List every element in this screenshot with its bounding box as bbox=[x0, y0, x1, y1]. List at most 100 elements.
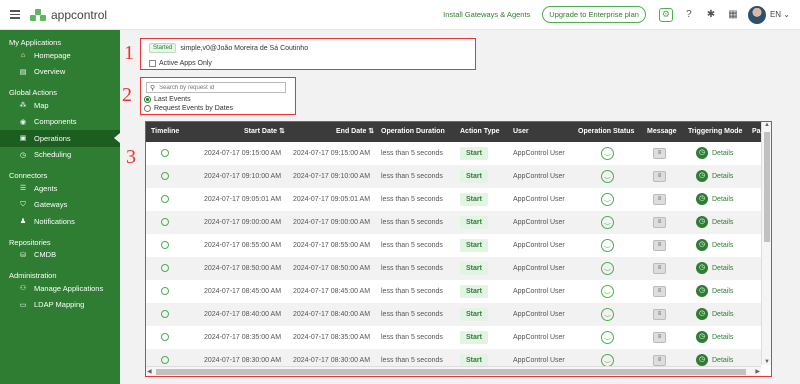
header-operation-status[interactable]: Operation Status bbox=[578, 122, 634, 142]
sidebar-section-title: Repositories bbox=[9, 237, 51, 247]
avatar[interactable] bbox=[747, 5, 766, 24]
header-timeline[interactable]: Timeline bbox=[151, 122, 179, 142]
language-select[interactable]: EN ⌄ bbox=[770, 10, 790, 19]
timeline-dot-icon[interactable] bbox=[161, 264, 169, 272]
sidebar-item-manage-applications[interactable]: ⚇ Manage Applications bbox=[0, 280, 120, 297]
success-status-icon: ‿ bbox=[601, 308, 614, 321]
user-cell: AppControl User bbox=[513, 265, 565, 272]
timeline-dot-icon[interactable] bbox=[161, 218, 169, 226]
timeline-dot-icon[interactable] bbox=[161, 310, 169, 318]
table-row: 2024-07-17 09:10:00 AM 2024-07-17 09:10:0… bbox=[146, 165, 761, 188]
app-select[interactable]: Started simple,v0@João Moreira de Sá Cou… bbox=[149, 43, 308, 53]
scroll-left-icon[interactable]: ◀ bbox=[147, 368, 152, 375]
sidebar-item-scheduling[interactable]: ◷ Scheduling bbox=[0, 147, 120, 164]
header-user[interactable]: User bbox=[513, 122, 529, 142]
sidebar-item-cmdb[interactable]: ⛁ CMDB bbox=[0, 247, 120, 264]
message-icon[interactable]: ≡ bbox=[653, 355, 666, 366]
sidebar-item-label: Manage Applications bbox=[34, 283, 104, 293]
help-icon[interactable]: ? bbox=[683, 9, 695, 21]
message-icon[interactable]: ≡ bbox=[653, 194, 666, 205]
event-filters: ⚲ Last Events Request Events by Dates bbox=[140, 77, 296, 115]
active-apps-only-checkbox[interactable]: Active Apps Only bbox=[149, 60, 212, 67]
sidebar-section-title: Connectors bbox=[9, 171, 48, 180]
details-link[interactable]: Details bbox=[712, 326, 733, 349]
install-gateways-link[interactable]: Install Gateways & Agents bbox=[443, 10, 530, 19]
details-link[interactable]: Details bbox=[712, 234, 733, 257]
sidebar-item-notifications[interactable]: ♟ Notifications bbox=[0, 213, 120, 230]
status-badge: Started bbox=[149, 43, 177, 53]
search-input[interactable] bbox=[159, 84, 270, 91]
message-icon[interactable]: ≡ bbox=[653, 286, 666, 297]
header-parameters[interactable]: Pa bbox=[752, 122, 761, 142]
details-link[interactable]: Details bbox=[712, 211, 733, 234]
sidebar-item-gateways[interactable]: ⛉ Gateways bbox=[0, 197, 120, 214]
vertical-scrollbar[interactable]: ▲ ▼ bbox=[761, 122, 771, 365]
menu-icon[interactable] bbox=[10, 10, 20, 19]
header-end-date[interactable]: End Date ⇅ bbox=[336, 122, 374, 142]
sidebar-item-ldap-mapping[interactable]: ▭ LDAP Mapping bbox=[0, 297, 120, 314]
checkbox-label: Active Apps Only bbox=[159, 60, 212, 67]
sidebar-item-map[interactable]: ⁂ Map bbox=[0, 97, 120, 114]
details-link[interactable]: Details bbox=[712, 257, 733, 280]
horizontal-scrollbar[interactable]: ◀ ▶ bbox=[146, 366, 761, 376]
header-triggering-mode[interactable]: Triggering Mode bbox=[688, 122, 742, 142]
top-bar: appcontrol Install Gateways & Agents Upg… bbox=[0, 0, 800, 30]
duration-cell: less than 5 seconds bbox=[381, 334, 443, 341]
message-icon[interactable]: ≡ bbox=[653, 309, 666, 320]
scrollbar-thumb[interactable] bbox=[764, 132, 770, 242]
apps-grid-icon[interactable]: ▦ bbox=[727, 9, 739, 21]
details-link[interactable]: Details bbox=[712, 188, 733, 211]
message-icon[interactable]: ≡ bbox=[653, 240, 666, 251]
action-type-badge: Start bbox=[460, 308, 488, 321]
timeline-dot-icon[interactable] bbox=[161, 172, 169, 180]
message-icon[interactable]: ≡ bbox=[653, 171, 666, 182]
success-status-icon: ‿ bbox=[601, 193, 614, 206]
sort-icon: ⇅ bbox=[279, 128, 285, 135]
timeline-dot-icon[interactable] bbox=[161, 333, 169, 341]
header-start-date[interactable]: Start Date ⇅ bbox=[244, 122, 285, 142]
sidebar-item-homepage[interactable]: ⌂ Homepage bbox=[0, 47, 120, 64]
radio-events-by-dates[interactable]: Request Events by Dates bbox=[144, 105, 233, 112]
timeline-dot-icon[interactable] bbox=[161, 287, 169, 295]
user-cell: AppControl User bbox=[513, 334, 565, 341]
sidebar-section-title: My Applications bbox=[9, 38, 62, 47]
scroll-down-icon[interactable]: ▼ bbox=[764, 359, 770, 365]
upgrade-button[interactable]: Upgrade to Enterprise plan bbox=[542, 6, 646, 23]
duration-cell: less than 5 seconds bbox=[381, 196, 443, 203]
header-label: Start Date bbox=[244, 128, 278, 135]
radio-label: Last Events bbox=[154, 96, 191, 103]
message-icon[interactable]: ≡ bbox=[653, 148, 666, 159]
timeline-dot-icon[interactable] bbox=[161, 195, 169, 203]
app-logo[interactable]: appcontrol bbox=[30, 8, 107, 22]
details-link[interactable]: Details bbox=[712, 142, 733, 165]
slack-icon[interactable]: ✱ bbox=[705, 9, 717, 21]
timeline-dot-icon[interactable] bbox=[161, 356, 169, 364]
sidebar-item-label: Gateways bbox=[34, 200, 68, 210]
message-icon[interactable]: ≡ bbox=[653, 217, 666, 228]
scrollbar-thumb[interactable] bbox=[156, 369, 746, 375]
details-link[interactable]: Details bbox=[712, 165, 733, 188]
message-icon[interactable]: ≡ bbox=[653, 263, 666, 274]
table-row: 2024-07-17 08:40:00 AM 2024-07-17 08:40:0… bbox=[146, 303, 761, 326]
sidebar-item-operations[interactable]: ▣ Operations bbox=[0, 130, 120, 147]
clock-trigger-icon: ◷ bbox=[696, 308, 708, 320]
sidebar-item-components[interactable]: ◉ Components bbox=[0, 114, 120, 131]
sidebar-item-overview[interactable]: ▤ Overview bbox=[0, 64, 120, 81]
clock-trigger-icon: ◷ bbox=[696, 170, 708, 182]
radio-last-events[interactable]: Last Events bbox=[144, 96, 191, 103]
header-action-type[interactable]: Action Type bbox=[460, 122, 500, 142]
details-link[interactable]: Details bbox=[712, 303, 733, 326]
scroll-up-icon[interactable]: ▲ bbox=[764, 122, 770, 128]
sidebar-item-label: Components bbox=[34, 117, 77, 127]
notifications-icon: ♟ bbox=[19, 218, 27, 226]
timeline-dot-icon[interactable] bbox=[161, 241, 169, 249]
timeline-dot-icon[interactable] bbox=[161, 149, 169, 157]
gear-icon[interactable]: ⚙ bbox=[658, 7, 673, 22]
header-operation-duration[interactable]: Operation Duration bbox=[381, 122, 445, 142]
message-icon[interactable]: ≡ bbox=[653, 332, 666, 343]
scroll-right-icon[interactable]: ▶ bbox=[755, 368, 760, 375]
sidebar-item-agents[interactable]: ☰ Agents bbox=[0, 180, 120, 197]
start-date-cell: 2024-07-17 09:10:00 AM bbox=[204, 173, 282, 180]
header-message[interactable]: Message bbox=[647, 122, 677, 142]
details-link[interactable]: Details bbox=[712, 280, 733, 303]
